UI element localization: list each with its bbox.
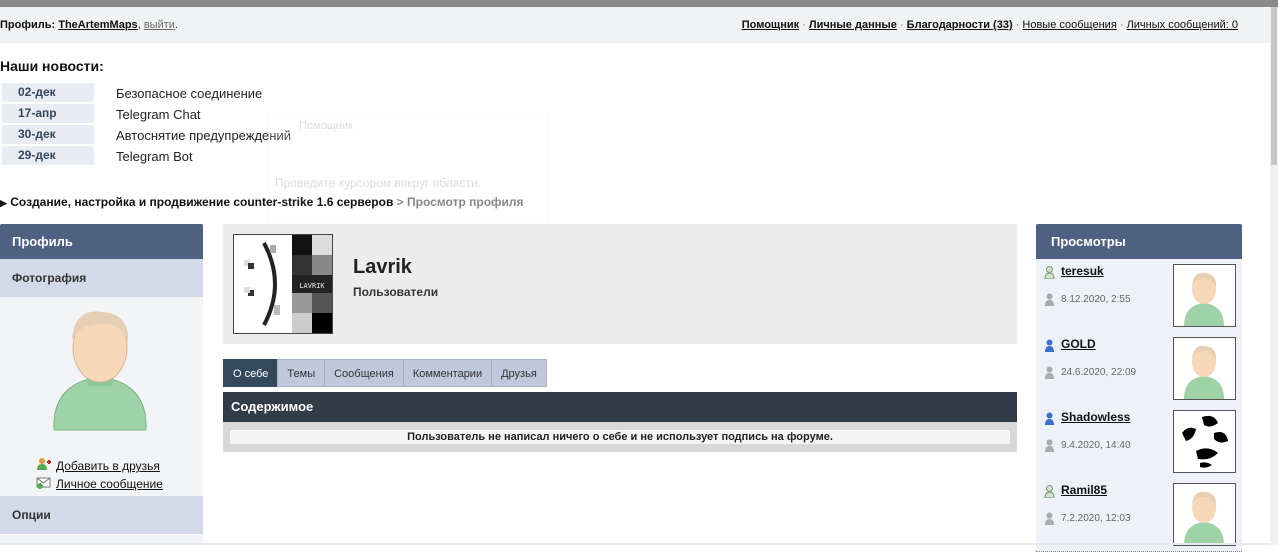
- default-avatar-icon: [50, 308, 150, 441]
- user-bar-links: Помощник · Личные данные · Благодарности…: [741, 19, 1238, 31]
- viewer-name-link[interactable]: Shadowless: [1061, 410, 1130, 424]
- username-link[interactable]: TheArtemMaps: [58, 19, 137, 31]
- tab-comments[interactable]: Комментарии: [402, 359, 493, 387]
- thanks-link[interactable]: Благодарности (33): [907, 19, 1013, 31]
- top-stripe: [0, 0, 1278, 7]
- add-friend-link[interactable]: Добавить в друзья: [56, 458, 160, 474]
- add-friend-icon: [36, 457, 52, 475]
- profile-header: LAVRIK Lavrik Пользователи: [223, 224, 1017, 344]
- breadcrumb: ▶ Создание, настройка и продвижение coun…: [0, 195, 524, 209]
- faded-popup-title: Помощник: [299, 120, 353, 132]
- user-online-icon: [1044, 339, 1055, 355]
- viewer-row: teresuk 8.12.2020, 2:55: [1036, 259, 1242, 333]
- page-scrollbar[interactable]: [1270, 7, 1278, 545]
- user-time-icon: [1044, 366, 1055, 382]
- views-panel: Просмотры teresuk 8.12.2020, 2:55 GOLD 2…: [1036, 224, 1242, 552]
- profile-group: Пользователи: [353, 285, 439, 299]
- sidebar-photo-label: Фотография: [0, 259, 203, 297]
- news-date: 30-дек: [2, 125, 94, 144]
- news-date: 17-апр: [2, 104, 94, 123]
- profile-sidebar: Профиль Фотография Добавить в друзья Лич…: [0, 224, 203, 545]
- viewer-row: GOLD 24.6.2020, 22:09: [1036, 332, 1242, 406]
- viewer-row: Ramil85 7.2.2020, 12:03: [1036, 478, 1242, 552]
- user-online-icon: [1044, 412, 1055, 428]
- tab-about[interactable]: О себе: [223, 359, 279, 387]
- content-title: Содержимое: [223, 392, 1017, 422]
- personal-data-link[interactable]: Личные данные: [809, 19, 897, 31]
- breadcrumb-arrow-icon: ▶: [0, 198, 7, 208]
- viewer-time: 9.4.2020, 14:40: [1061, 440, 1131, 451]
- tab-friends[interactable]: Друзья: [491, 359, 547, 387]
- add-friend-action[interactable]: Добавить в друзья: [36, 457, 163, 475]
- viewer-time: 8.12.2020, 2:55: [1061, 294, 1131, 305]
- news-date: 29-дек: [2, 146, 94, 165]
- profile-tabs: О себе Темы Сообщения Комментарии Друзья: [223, 359, 547, 387]
- news-text[interactable]: Telegram Bot: [116, 147, 193, 166]
- new-posts-link[interactable]: Новые сообщения: [1022, 19, 1116, 31]
- news-text[interactable]: Telegram Chat: [116, 105, 201, 124]
- viewer-avatar[interactable]: [1173, 410, 1236, 473]
- scrollbar-thumb[interactable]: [1271, 7, 1277, 165]
- user-avatar: LAVRIK: [233, 234, 333, 334]
- views-title: Просмотры: [1036, 224, 1242, 259]
- user-time-icon: [1044, 512, 1055, 528]
- viewer-avatar[interactable]: [1173, 337, 1236, 400]
- user-offline-icon: [1044, 266, 1055, 282]
- private-message-link[interactable]: Личное сообщение: [56, 476, 163, 492]
- news-text[interactable]: Автоснятие предупреждений: [116, 126, 291, 145]
- user-time-icon: [1044, 439, 1055, 455]
- viewer-name-link[interactable]: teresuk: [1061, 264, 1104, 278]
- private-messages-link[interactable]: Личных сообщений: 0: [1127, 19, 1238, 31]
- private-message-action[interactable]: Личное сообщение: [36, 475, 163, 493]
- viewer-row: Shadowless 9.4.2020, 14:40: [1036, 405, 1242, 479]
- user-bar: Профиль: TheArtemMaps, выйти. Помощник ·…: [0, 7, 1270, 43]
- user-bar-left: Профиль: TheArtemMaps, выйти.: [0, 19, 178, 31]
- user-time-icon: [1044, 293, 1055, 309]
- viewer-name-link[interactable]: Ramil85: [1061, 483, 1107, 497]
- faded-popup-text: Проведите курсором вокруг области.: [275, 176, 481, 190]
- profile-label: Профиль:: [0, 19, 56, 31]
- breadcrumb-separator: >: [396, 195, 404, 209]
- viewer-time: 7.2.2020, 12:03: [1061, 513, 1131, 524]
- tab-topics[interactable]: Темы: [277, 359, 326, 387]
- news-date: 02-дек: [2, 83, 94, 102]
- user-offline-icon: [1044, 485, 1055, 501]
- viewer-avatar[interactable]: [1173, 483, 1236, 546]
- sidebar-title: Профиль: [0, 224, 203, 259]
- breadcrumb-current: Просмотр профиля: [407, 195, 524, 209]
- profile-name: Lavrik: [353, 256, 412, 278]
- envelope-icon: [36, 475, 52, 493]
- about-message: Пользователь не написал ничего о себе и …: [230, 430, 1010, 444]
- avatar-logo-text: LAVRIK: [299, 282, 325, 290]
- news-text[interactable]: Безопасное соединение: [116, 84, 262, 103]
- viewer-name-link[interactable]: GOLD: [1061, 337, 1096, 351]
- viewer-time: 24.6.2020, 22:09: [1061, 367, 1137, 378]
- breadcrumb-forum-link[interactable]: Создание, настройка и продвижение counte…: [10, 195, 393, 209]
- content-panel: Пользователь не написал ничего о себе и …: [223, 422, 1017, 452]
- viewer-avatar[interactable]: [1173, 264, 1236, 327]
- sidebar-actions: Добавить в друзья Личное сообщение: [36, 457, 163, 493]
- tab-posts[interactable]: Сообщения: [324, 359, 404, 387]
- logout-link[interactable]: выйти: [144, 19, 175, 31]
- helper-link[interactable]: Помощник: [742, 19, 799, 31]
- news-title: Наши новости:: [0, 58, 104, 74]
- sidebar-options-label: Опции: [0, 496, 203, 534]
